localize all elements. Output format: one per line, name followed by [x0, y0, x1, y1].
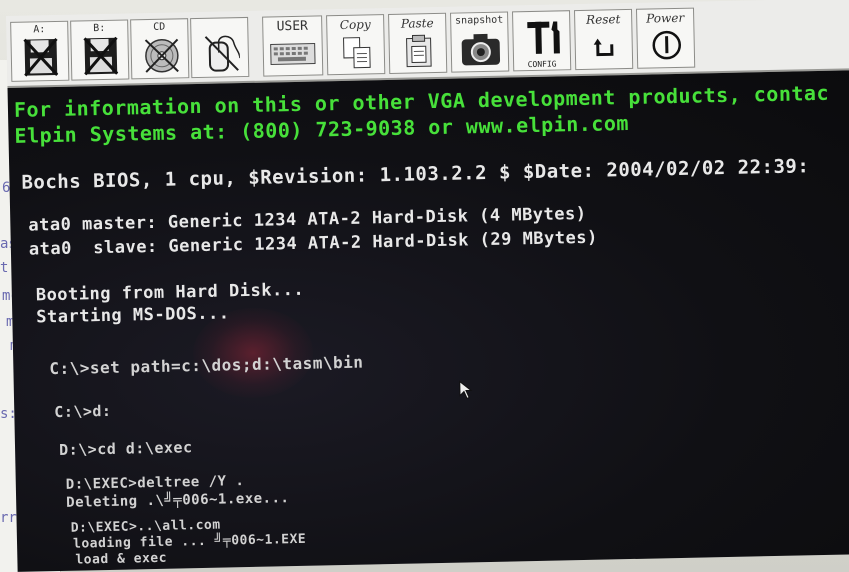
power-label: Power	[646, 10, 685, 26]
bios-line: Bochs BIOS, 1 cpu, $Revision: 1.103.2.2 …	[21, 155, 810, 194]
floppy-disk-icon	[83, 36, 119, 80]
floppy-disk-icon	[23, 37, 59, 81]
user-button[interactable]: USER	[262, 15, 324, 77]
booting-line: Booting from Hard Disk...	[35, 279, 305, 306]
tools-icon	[523, 17, 564, 62]
mouse-button[interactable]	[190, 16, 250, 79]
emulator-screen[interactable]: For information on this or other VGA dev…	[7, 69, 849, 572]
floppy-a-button[interactable]: A:	[10, 20, 70, 82]
mouse-icon	[203, 34, 241, 77]
reset-icon	[592, 34, 619, 65]
starting-line: Starting MS-DOS...	[36, 303, 230, 328]
command-line: C:\>set path=c:\dos;d:\tasm\bin	[49, 352, 364, 379]
floppy-b-button[interactable]: B:	[70, 19, 130, 81]
copy-icon	[341, 35, 372, 74]
floppy-b-label: B:	[93, 22, 106, 35]
reset-label: Reset	[585, 12, 621, 27]
reset-button[interactable]: Reset	[574, 8, 634, 71]
snapshot-button[interactable]: snapshot	[450, 11, 510, 73]
cdrom-icon	[143, 35, 180, 78]
output-line: Deleting .\╝╤006~1.exe...	[66, 490, 290, 511]
command-line: D:\>cd d:\exec	[58, 438, 193, 459]
desktop: 6 as t: mc mc mc ou mc s: ir or je mc rr…	[0, 0, 849, 572]
config-label: CONFIG	[527, 59, 557, 70]
copy-label: Copy	[339, 17, 371, 33]
floppy-a-label: A:	[33, 24, 46, 36]
snapshot-label: snapshot	[454, 14, 504, 27]
cdrom-label: CD	[153, 21, 166, 33]
keyboard-icon	[270, 43, 317, 70]
user-label: USER	[276, 18, 309, 35]
command-line: D:\EXEC>deltree /Y .	[65, 473, 245, 493]
cdrom-button[interactable]: CD	[130, 18, 190, 80]
command-line: D:\EXEC>..\all.com	[70, 517, 221, 536]
power-button[interactable]: Power	[635, 7, 696, 69]
output-line: load & exec	[75, 550, 168, 568]
paste-button[interactable]: Paste	[388, 12, 448, 74]
mouse-label	[191, 20, 247, 21]
command-line: C:\>d:	[54, 401, 112, 422]
copy-button[interactable]: Copy	[326, 14, 386, 76]
config-button[interactable]: CONFIG	[512, 10, 572, 72]
paste-label: Paste	[400, 16, 434, 31]
camera-icon	[459, 31, 502, 72]
bochs-window: A: B: CD USER Copy Paste snapshot CONFIG…	[6, 0, 849, 572]
mouse-pointer-icon	[459, 380, 473, 404]
paste-icon	[403, 34, 434, 73]
power-icon	[650, 29, 683, 66]
